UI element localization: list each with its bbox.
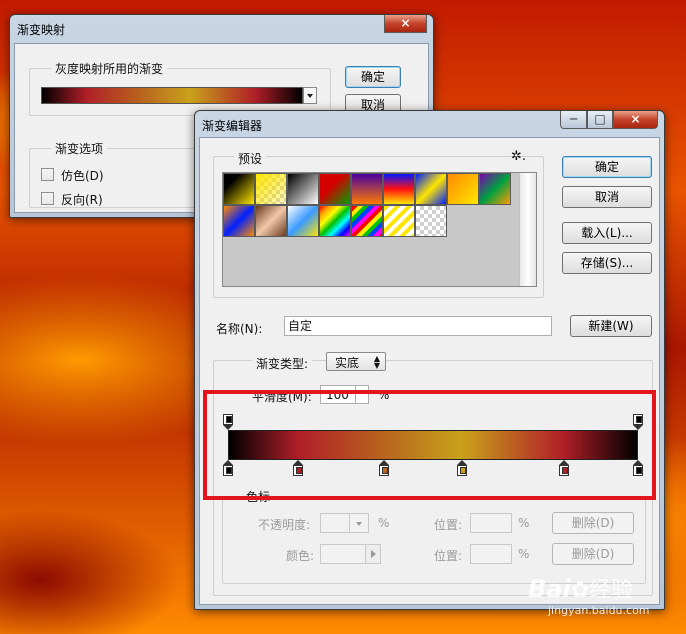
gradient-type-label: 渐变类型: — [252, 355, 313, 372]
preset-swatch[interactable] — [319, 173, 351, 205]
chevron-right-icon — [371, 550, 376, 558]
preset-swatch[interactable] — [447, 173, 479, 205]
opacity-position-input[interactable] — [470, 513, 512, 533]
preset-swatch[interactable] — [223, 173, 255, 205]
gradient-editor-titlebar[interactable]: 渐变编辑器 ─ □ × — [195, 111, 664, 139]
dither-label[interactable]: 仿色(D) — [61, 167, 104, 184]
preset-swatch[interactable] — [223, 205, 255, 237]
editor-cancel-button[interactable]: 取消 — [562, 186, 652, 208]
preset-swatch[interactable] — [255, 205, 287, 237]
preset-swatch[interactable] — [351, 173, 383, 205]
color-swatch-input[interactable] — [320, 544, 366, 564]
color-stops-group — [222, 496, 646, 584]
opacity-label: 不透明度: — [258, 518, 311, 532]
opacity-dropdown[interactable] — [349, 513, 369, 533]
opacity-input[interactable] — [320, 513, 350, 533]
reverse-checkbox[interactable] — [41, 192, 54, 205]
watermark: Bai✿经验 — [528, 572, 633, 604]
preset-swatch[interactable] — [415, 173, 447, 205]
preset-swatch[interactable] — [479, 173, 511, 205]
opacity-position-label: 位置: — [434, 518, 463, 532]
presets-label: 预设 — [234, 150, 267, 167]
maximize-button[interactable]: □ — [587, 111, 613, 129]
new-button[interactable]: 新建(W) — [570, 315, 652, 337]
opacity-unit: % — [378, 516, 390, 530]
name-input[interactable]: 自定 — [284, 316, 552, 336]
paw-icon: ✿ — [570, 578, 590, 603]
color-delete-button[interactable]: 删除(D) — [552, 543, 634, 565]
gradient-options-group — [29, 148, 209, 208]
spinner-arrows-icon: ▲ ▼ — [373, 354, 380, 370]
watermark-brand-2: 经验 — [589, 578, 634, 603]
gradient-editor-title: 渐变编辑器 — [202, 119, 263, 133]
gradient-editor-dialog: 渐变编辑器 ─ □ × 预设 ✲. 确定 取消 载入(L)... 存储(S)..… — [194, 110, 665, 610]
save-button[interactable]: 存储(S)... — [562, 252, 652, 274]
chevron-down-icon — [356, 522, 362, 526]
color-position-unit: % — [518, 547, 530, 561]
minimize-button[interactable]: ─ — [560, 111, 587, 129]
color-picker-arrow[interactable] — [365, 544, 381, 564]
gradient-map-title: 渐变映射 — [17, 23, 66, 37]
preset-swatch[interactable] — [287, 205, 319, 237]
color-position-label: 位置: — [434, 549, 463, 563]
preset-swatch[interactable] — [383, 205, 415, 237]
presets-scrollbar[interactable] — [519, 173, 536, 286]
preset-swatch[interactable] — [415, 205, 447, 237]
gradient-map-close-button[interactable]: × — [384, 15, 427, 33]
gear-icon[interactable]: ✲. — [511, 149, 526, 164]
gradient-dropdown-arrow[interactable] — [303, 87, 317, 104]
watermark-url: jingyan.baidu.com — [548, 604, 650, 617]
preset-swatch[interactable] — [351, 205, 383, 237]
opacity-delete-button[interactable]: 删除(D) — [552, 512, 634, 534]
opacity-position-unit: % — [518, 516, 530, 530]
preset-swatch[interactable] — [383, 173, 415, 205]
gradient-map-titlebar[interactable]: 渐变映射 × — [10, 15, 433, 43]
load-button[interactable]: 载入(L)... — [562, 222, 652, 244]
color-label: 颜色: — [286, 549, 315, 563]
editor-ok-button[interactable]: 确定 — [562, 156, 652, 178]
gradient-type-select[interactable]: 实底 ▲ ▼ — [326, 352, 386, 371]
preset-swatch[interactable] — [319, 205, 351, 237]
watermark-brand: Bai — [528, 575, 571, 603]
gradient-editor-client: 预设 ✲. 确定 取消 载入(L)... 存储(S)... 名称(N): 自定 … — [199, 137, 660, 605]
preset-swatch[interactable] — [255, 173, 287, 205]
name-label: 名称(N): — [216, 322, 263, 336]
gradient-type-value: 实底 — [335, 356, 360, 370]
dither-checkbox[interactable] — [41, 168, 54, 181]
gradient-editor-close-button[interactable]: × — [613, 111, 658, 129]
gradient-map-preview[interactable] — [41, 87, 303, 104]
color-position-input[interactable] — [470, 544, 512, 564]
gradient-options-label: 渐变选项 — [51, 140, 108, 157]
chevron-down-icon — [307, 94, 313, 98]
gradient-map-ok-button[interactable]: 确定 — [345, 66, 401, 88]
preset-swatch[interactable] — [287, 173, 319, 205]
grayscale-gradient-label: 灰度映射所用的渐变 — [51, 60, 168, 77]
reverse-label[interactable]: 反向(R) — [61, 191, 103, 208]
highlight-box — [203, 390, 656, 500]
